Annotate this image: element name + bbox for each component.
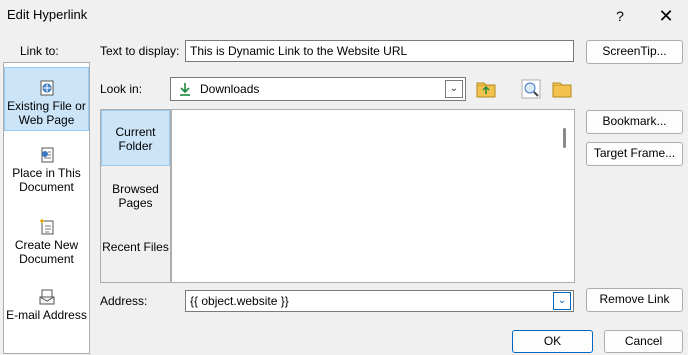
nav-item-label: Existing File or Web Page [7, 99, 86, 127]
nav-item-existing-file[interactable]: Existing File or Web Page [4, 67, 89, 131]
address-input[interactable]: {{ object.website }} ⌄ [185, 290, 574, 312]
browse-web-icon[interactable] [520, 78, 542, 100]
nav-item-email-address[interactable]: E-mail Address [4, 289, 89, 339]
text-to-display-label: Text to display: [100, 44, 180, 58]
look-in-label: Look in: [100, 82, 143, 96]
tab-label: Recent Files [102, 240, 169, 254]
look-in-value: Downloads [200, 82, 260, 96]
nav-item-label: Place in This Document [12, 166, 81, 194]
document-place-icon [41, 147, 53, 163]
download-arrow-icon [180, 83, 190, 96]
web-page-icon [40, 80, 53, 96]
chevron-down-icon[interactable]: ⌄ [445, 80, 463, 98]
text-to-display-input[interactable]: This is Dynamic Link to the Website URL [185, 40, 574, 62]
new-document-icon [39, 219, 53, 235]
file-list[interactable] [171, 109, 575, 283]
tab-label: Browsed Pages [112, 182, 159, 210]
tab-label: Current Folder [115, 125, 156, 153]
address-label: Address: [100, 294, 148, 308]
cancel-button[interactable]: Cancel [604, 330, 683, 353]
target-frame-button[interactable]: Target Frame... [586, 142, 683, 166]
browse-folder-icon[interactable] [551, 78, 573, 100]
tab-recent-files[interactable]: Recent Files [101, 232, 170, 284]
bookmark-button[interactable]: Bookmark... [586, 110, 683, 134]
up-folder-icon[interactable] [475, 78, 497, 100]
chevron-down-icon[interactable]: ⌄ [553, 292, 571, 310]
ok-button[interactable]: OK [512, 330, 593, 353]
email-icon [39, 289, 54, 305]
nav-item-create-new-document[interactable]: Create New Document [4, 219, 89, 269]
dialog-title: Edit Hyperlink [7, 7, 88, 22]
close-button[interactable]: ✕ [652, 4, 680, 28]
nav-item-label: Create New Document [14, 238, 79, 266]
link-to-panel: Existing File or Web Page Place in This … [3, 62, 90, 354]
tab-current-folder[interactable]: Current Folder [101, 110, 170, 166]
address-value: {{ object.website }} [190, 294, 289, 308]
remove-link-button[interactable]: Remove Link [586, 288, 683, 312]
nav-item-place-in-document[interactable]: Place in This Document [4, 147, 89, 203]
nav-item-label: E-mail Address [6, 308, 87, 322]
tab-browsed-pages[interactable]: Browsed Pages [101, 174, 170, 226]
look-in-dropdown[interactable]: Downloads ⌄ [170, 77, 466, 101]
browse-tabs: Current Folder Browsed Pages Recent File… [100, 109, 171, 283]
link-to-label: Link to: [20, 44, 59, 58]
help-button[interactable]: ? [608, 4, 632, 28]
scrollbar-thumb[interactable] [563, 128, 566, 148]
screentip-button[interactable]: ScreenTip... [586, 40, 683, 64]
